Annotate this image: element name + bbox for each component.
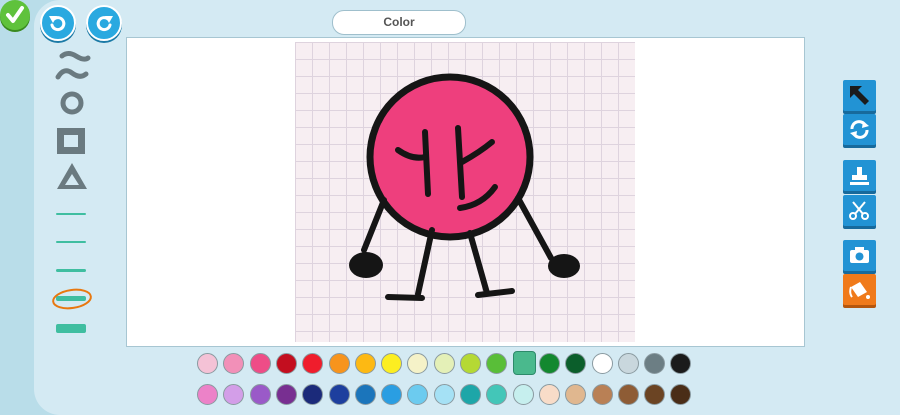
color-swatch-row2-8[interactable] <box>381 384 403 405</box>
color-swatch-row2-17[interactable] <box>617 384 639 405</box>
color-swatch-row1-16[interactable] <box>591 353 613 374</box>
select-button[interactable] <box>843 80 876 111</box>
rotate-icon <box>850 120 869 139</box>
drawing-strokes <box>349 73 580 301</box>
color-swatch-row1-4[interactable] <box>275 353 297 374</box>
color-swatch-row1-11[interactable] <box>460 353 481 374</box>
pink-ball-body <box>366 73 534 241</box>
color-swatch-row1-1[interactable] <box>197 353 218 374</box>
color-swatch-row1-3[interactable] <box>249 353 271 374</box>
color-swatch-row1-17[interactable] <box>617 353 639 374</box>
color-swatch-row2-14[interactable] <box>538 384 560 405</box>
stamp-icon <box>850 167 869 185</box>
fill-button[interactable] <box>843 274 876 305</box>
color-swatch-row2-1[interactable] <box>197 384 218 405</box>
color-swatch-row1-18[interactable] <box>644 353 666 374</box>
color-swatch-row2-18[interactable] <box>644 384 666 405</box>
rotate-button[interactable] <box>843 114 876 145</box>
arrow-select-icon <box>850 86 869 105</box>
color-swatch-row2-10[interactable] <box>433 384 455 405</box>
camera-icon <box>850 247 869 263</box>
color-swatch-row2-3[interactable] <box>249 384 271 405</box>
color-swatch-row2-7[interactable] <box>354 384 376 405</box>
color-swatch-selected[interactable] <box>512 351 536 375</box>
color-swatch-row1-6[interactable] <box>328 353 350 374</box>
color-swatch-row2-16[interactable] <box>591 384 613 405</box>
paint-bucket-icon <box>849 282 870 299</box>
color-swatch-row1-8[interactable] <box>381 353 403 374</box>
color-swatch-row2-13[interactable] <box>512 384 534 405</box>
color-swatch-row1-10[interactable] <box>433 353 455 374</box>
stamp-button[interactable] <box>843 160 876 191</box>
color-swatch-row2-11[interactable] <box>460 384 481 405</box>
color-swatch-row2-4[interactable] <box>275 384 297 405</box>
scissors-icon <box>849 201 869 220</box>
camera-button[interactable] <box>843 240 876 271</box>
color-swatch-row1-14[interactable] <box>538 353 560 374</box>
cut-button[interactable] <box>843 195 876 226</box>
hand-blobs <box>349 252 580 278</box>
color-swatch-row2-6[interactable] <box>328 384 350 405</box>
color-swatch-row1-7[interactable] <box>354 353 376 374</box>
